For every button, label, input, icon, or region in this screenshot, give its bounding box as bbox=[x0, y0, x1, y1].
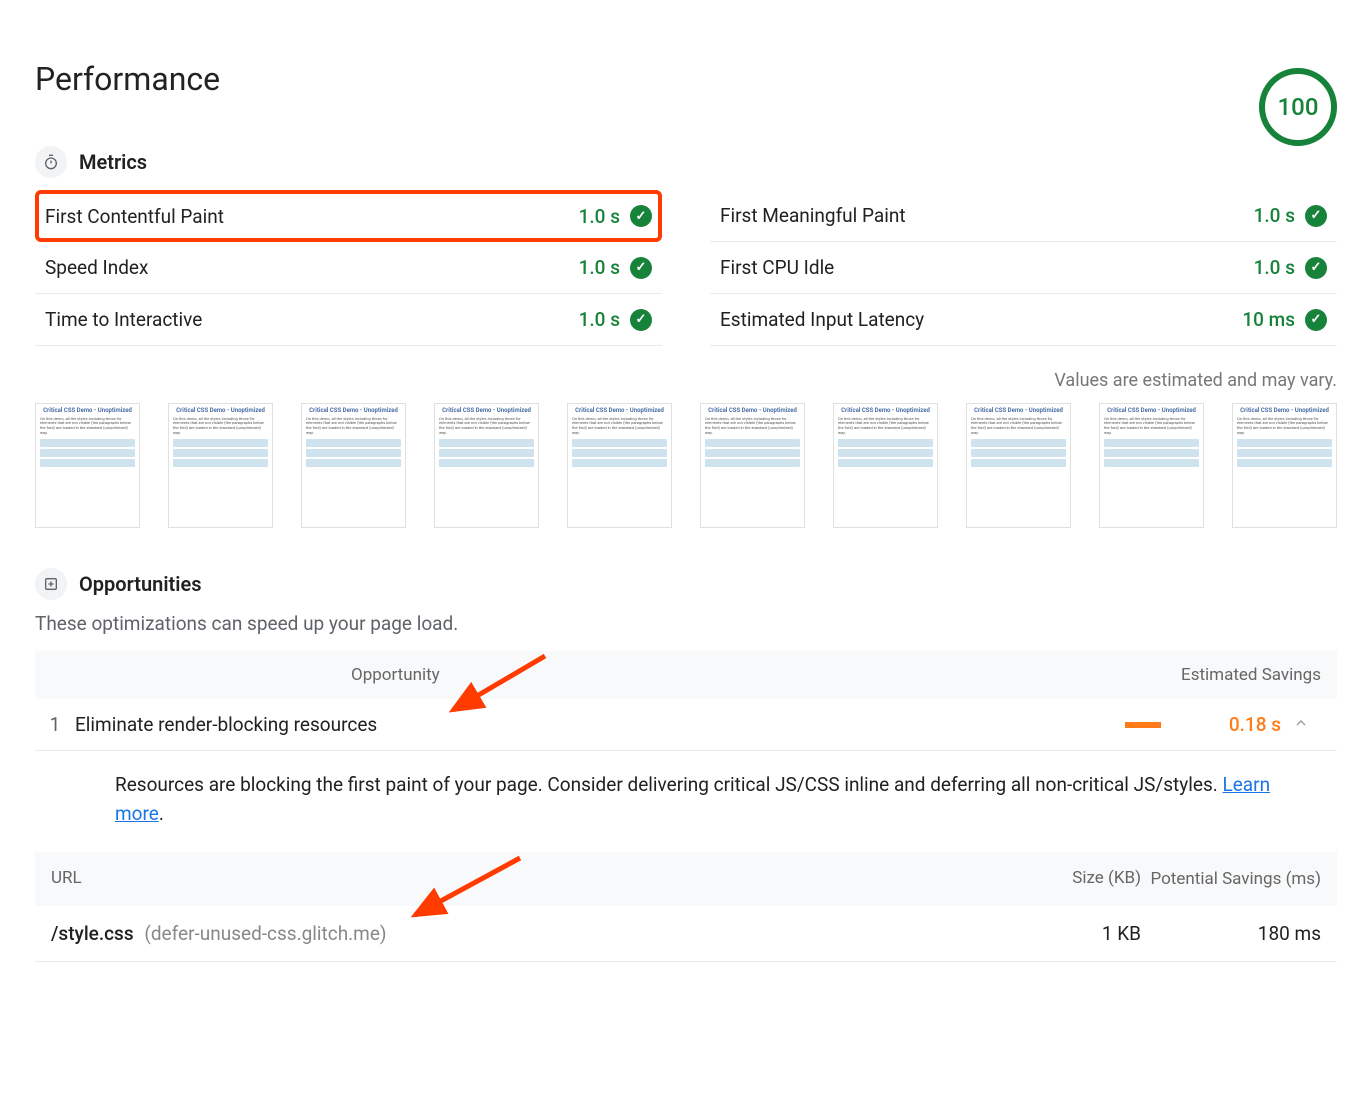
check-icon: ✓ bbox=[630, 257, 652, 279]
check-icon: ✓ bbox=[1305, 309, 1327, 331]
metrics-note: Values are estimated and may vary. bbox=[35, 370, 1337, 391]
col-opportunity: Opportunity bbox=[351, 665, 1121, 685]
metric-label: Speed Index bbox=[45, 256, 148, 279]
check-icon: ✓ bbox=[630, 205, 652, 227]
metric-value: 1.0 s bbox=[1254, 204, 1295, 227]
col-savings: Estimated Savings bbox=[1121, 665, 1321, 685]
filmstrip: Critical CSS Demo - UnoptimizedOn this d… bbox=[35, 403, 1337, 528]
filmstrip-thumbnail: Critical CSS Demo - UnoptimizedOn this d… bbox=[1232, 403, 1337, 528]
filmstrip-thumbnail: Critical CSS Demo - UnoptimizedOn this d… bbox=[168, 403, 273, 528]
col-potential-savings: Potential Savings (ms) bbox=[1141, 868, 1321, 890]
check-icon: ✓ bbox=[630, 309, 652, 331]
metrics-header: Metrics bbox=[35, 146, 1337, 178]
url-size: 1 KB bbox=[1001, 922, 1141, 945]
metric-row[interactable]: Time to Interactive 1.0 s ✓ bbox=[35, 294, 662, 346]
opportunities-title: Opportunities bbox=[79, 572, 202, 596]
filmstrip-thumbnail: Critical CSS Demo - UnoptimizedOn this d… bbox=[567, 403, 672, 528]
metric-label: First Contentful Paint bbox=[45, 205, 224, 228]
metric-row[interactable]: First Contentful Paint 1.0 s ✓ bbox=[35, 190, 662, 242]
metric-row[interactable]: First Meaningful Paint 1.0 s ✓ bbox=[710, 190, 1337, 242]
col-size: Size (KB) bbox=[1001, 868, 1141, 890]
opportunity-table-header: Opportunity Estimated Savings bbox=[35, 651, 1337, 699]
metric-value: 1.0 s bbox=[1254, 256, 1295, 279]
performance-score: 100 bbox=[1259, 68, 1337, 146]
url-row: /style.css (defer-unused-css.glitch.me) … bbox=[35, 906, 1337, 962]
url-host: (defer-unused-css.glitch.me) bbox=[144, 922, 386, 945]
metric-row[interactable]: Estimated Input Latency 10 ms ✓ bbox=[710, 294, 1337, 346]
filmstrip-thumbnail: Critical CSS Demo - UnoptimizedOn this d… bbox=[700, 403, 805, 528]
filmstrip-thumbnail: Critical CSS Demo - UnoptimizedOn this d… bbox=[301, 403, 406, 528]
url-path: /style.css bbox=[51, 922, 134, 945]
opportunity-index: 1 bbox=[35, 713, 75, 736]
url-savings: 180 ms bbox=[1141, 922, 1321, 945]
chevron-up-icon[interactable] bbox=[1281, 713, 1321, 736]
metric-row[interactable]: Speed Index 1.0 s ✓ bbox=[35, 242, 662, 294]
opportunity-saving: 0.18 s bbox=[1161, 713, 1281, 736]
filmstrip-thumbnail: Critical CSS Demo - UnoptimizedOn this d… bbox=[966, 403, 1071, 528]
detail-suffix: . bbox=[159, 802, 164, 825]
opportunities-header: Opportunities bbox=[35, 568, 1337, 600]
metric-label: First CPU Idle bbox=[720, 256, 834, 279]
opportunity-row[interactable]: 1 Eliminate render-blocking resources 0.… bbox=[35, 699, 1337, 751]
metric-label: Time to Interactive bbox=[45, 308, 202, 331]
metric-label: First Meaningful Paint bbox=[720, 204, 906, 227]
opportunities-description: These optimizations can speed up your pa… bbox=[35, 612, 1337, 635]
page-title: Performance bbox=[35, 60, 1337, 98]
stopwatch-icon bbox=[35, 146, 67, 178]
check-icon: ✓ bbox=[1305, 257, 1327, 279]
metric-value: 1.0 s bbox=[579, 205, 620, 228]
detail-text: Resources are blocking the first paint o… bbox=[115, 773, 1222, 796]
url-table-header: URL Size (KB) Potential Savings (ms) bbox=[35, 852, 1337, 906]
metric-value: 1.0 s bbox=[579, 308, 620, 331]
metric-label: Estimated Input Latency bbox=[720, 308, 924, 331]
metric-value: 10 ms bbox=[1242, 308, 1295, 331]
check-icon: ✓ bbox=[1305, 205, 1327, 227]
opportunity-detail: Resources are blocking the first paint o… bbox=[35, 751, 1337, 852]
savings-bar bbox=[1125, 722, 1161, 728]
metric-value: 1.0 s bbox=[579, 256, 620, 279]
filmstrip-thumbnail: Critical CSS Demo - UnoptimizedOn this d… bbox=[1099, 403, 1204, 528]
filmstrip-thumbnail: Critical CSS Demo - UnoptimizedOn this d… bbox=[833, 403, 938, 528]
sparkle-icon bbox=[35, 568, 67, 600]
filmstrip-thumbnail: Critical CSS Demo - UnoptimizedOn this d… bbox=[35, 403, 140, 528]
filmstrip-thumbnail: Critical CSS Demo - UnoptimizedOn this d… bbox=[434, 403, 539, 528]
metrics-title: Metrics bbox=[79, 150, 147, 174]
col-url: URL bbox=[51, 868, 1001, 890]
opportunity-name: Eliminate render-blocking resources bbox=[75, 713, 455, 736]
metric-row[interactable]: First CPU Idle 1.0 s ✓ bbox=[710, 242, 1337, 294]
